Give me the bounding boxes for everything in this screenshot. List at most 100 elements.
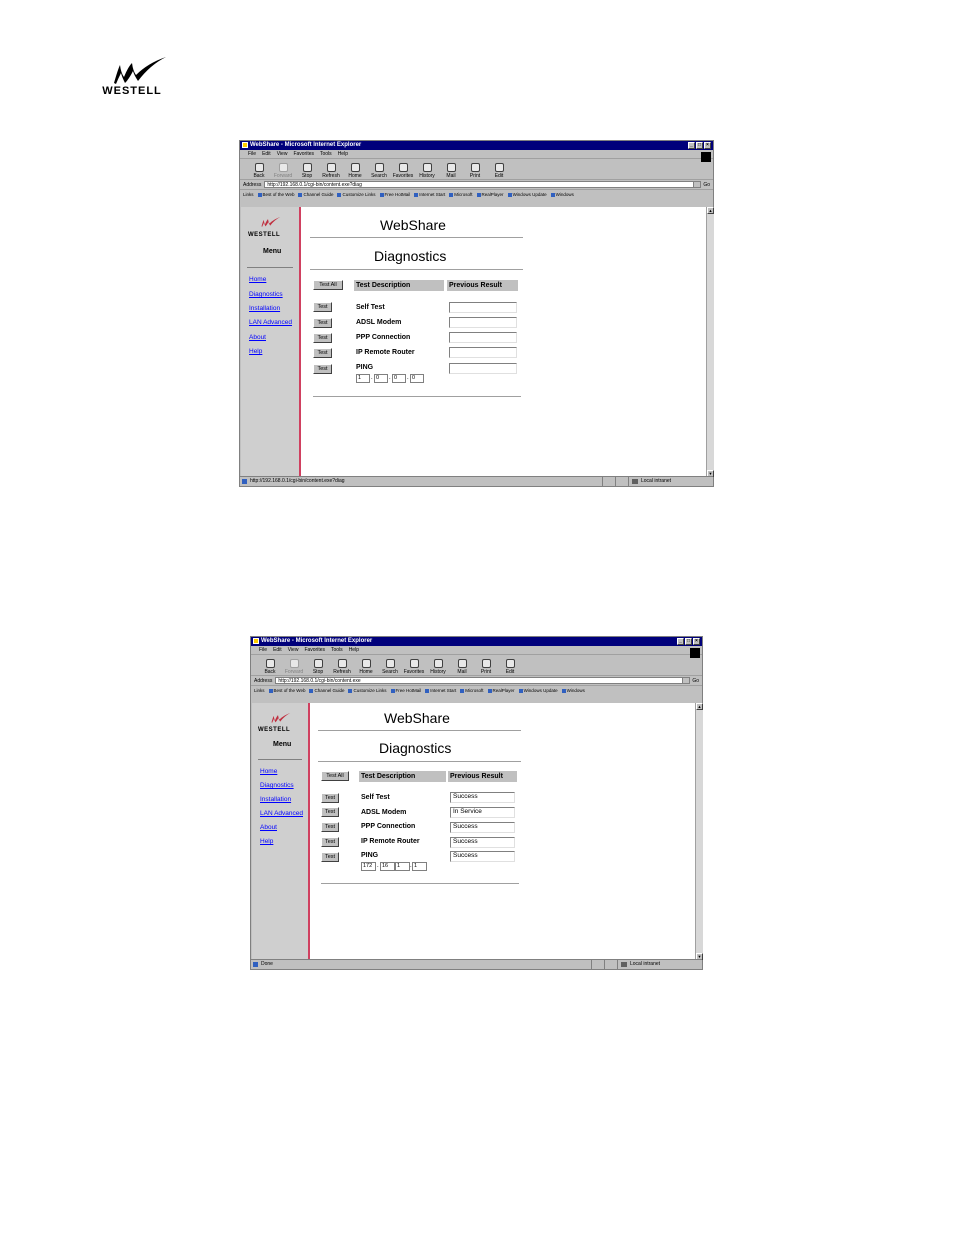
ping-ip-octet-2[interactable]: 0 — [374, 374, 388, 383]
go-button[interactable]: Go — [692, 678, 699, 684]
ping-ip-octet-4[interactable]: 0 — [410, 374, 424, 383]
home-button[interactable]: Home — [344, 159, 366, 179]
scroll-up-icon[interactable]: ▲ — [696, 703, 703, 710]
sidebar-item-diagnostics[interactable]: Diagnostics — [249, 291, 283, 298]
refresh-button[interactable]: Refresh — [331, 655, 353, 675]
vertical-scrollbar[interactable]: ▲ ▼ — [695, 703, 703, 960]
test-all-button[interactable]: Test All — [313, 280, 343, 290]
sidebar-item-help[interactable]: Help — [260, 838, 273, 845]
sidebar-item-installation[interactable]: Installation — [249, 305, 280, 312]
link-channel-guide[interactable]: Channel Guide — [298, 192, 333, 197]
maximize-button[interactable]: □ — [685, 638, 692, 645]
favorites-button[interactable]: Favorites — [392, 159, 414, 179]
link-channel-guide[interactable]: Channel Guide — [309, 688, 344, 693]
link-internet-start[interactable]: Internet Start — [425, 688, 456, 693]
test-button-ppp-connection[interactable]: Test — [313, 333, 332, 343]
forward-button[interactable]: Forward — [283, 655, 305, 675]
ping-ip-octet-3[interactable]: 0 — [392, 374, 406, 383]
maximize-button[interactable]: □ — [696, 142, 703, 149]
sidebar-item-lan-advanced[interactable]: LAN Advanced — [249, 319, 292, 326]
minimize-button[interactable]: _ — [688, 142, 695, 149]
link-windows[interactable]: Windows — [562, 688, 585, 693]
link-free-hotmail[interactable]: Free HotMail — [380, 192, 411, 197]
address-input[interactable]: http://192.168.0.1/cgi-bin/content.exe — [275, 677, 691, 684]
ping-ip-octet-2[interactable]: 16 — [380, 862, 395, 871]
vertical-scrollbar[interactable]: ▲ ▼ — [706, 207, 714, 477]
search-button[interactable]: Search — [368, 159, 390, 179]
sidebar-item-home[interactable]: Home — [260, 768, 277, 775]
close-button[interactable]: × — [693, 638, 700, 645]
test-button-self-test[interactable]: Test — [321, 793, 339, 803]
close-button[interactable]: × — [704, 142, 711, 149]
ping-ip-octet-1[interactable]: 1 — [356, 374, 370, 383]
link-windows-update[interactable]: Windows Update — [519, 688, 558, 693]
menu-help[interactable]: Help — [338, 150, 348, 158]
menu-tools[interactable]: Tools — [331, 646, 343, 654]
link-customize-links[interactable]: Customize Links — [337, 192, 375, 197]
link-realplayer[interactable]: RealPlayer — [477, 192, 504, 197]
link-windows[interactable]: Windows — [551, 192, 574, 197]
edit-button[interactable]: Edit — [488, 159, 510, 179]
address-dropdown-icon[interactable] — [682, 678, 690, 683]
menu-edit[interactable]: Edit — [273, 646, 282, 654]
history-button[interactable]: History — [427, 655, 449, 675]
menu-favorites[interactable]: Favorites — [293, 150, 314, 158]
ping-ip-octet-1[interactable]: 172 — [361, 862, 376, 871]
refresh-button[interactable]: Refresh — [320, 159, 342, 179]
menu-help[interactable]: Help — [349, 646, 359, 654]
link-customize-links[interactable]: Customize Links — [348, 688, 386, 693]
print-button[interactable]: Print — [475, 655, 497, 675]
edit-button[interactable]: Edit — [499, 655, 521, 675]
test-button-ip-remote-router[interactable]: Test — [313, 348, 332, 358]
ping-ip-octet-3[interactable]: 1 — [395, 862, 410, 871]
address-input[interactable]: http://192.168.0.1/cgi-bin/content.exe?d… — [264, 181, 702, 188]
ping-ip-octet-4[interactable]: 1 — [412, 862, 427, 871]
link-realplayer[interactable]: RealPlayer — [488, 688, 515, 693]
test-button-self-test[interactable]: Test — [313, 302, 332, 312]
test-all-button[interactable]: Test All — [321, 771, 349, 781]
sidebar-item-about[interactable]: About — [260, 824, 277, 831]
sidebar-item-home[interactable]: Home — [249, 276, 266, 283]
menu-view[interactable]: View — [277, 150, 288, 158]
mail-button[interactable]: Mail — [451, 655, 473, 675]
stop-button[interactable]: Stop — [307, 655, 329, 675]
sidebar-item-about[interactable]: About — [249, 334, 266, 341]
menu-view[interactable]: View — [288, 646, 299, 654]
go-button[interactable]: Go — [703, 182, 710, 188]
sidebar-item-installation[interactable]: Installation — [260, 796, 291, 803]
search-button[interactable]: Search — [379, 655, 401, 675]
link-best-of-web[interactable]: Best of the Web — [269, 688, 306, 693]
print-button[interactable]: Print — [464, 159, 486, 179]
link-windows-update[interactable]: Windows Update — [508, 192, 547, 197]
stop-button[interactable]: Stop — [296, 159, 318, 179]
menu-edit[interactable]: Edit — [262, 150, 271, 158]
minimize-button[interactable]: _ — [677, 638, 684, 645]
test-button-ppp-connection[interactable]: Test — [321, 822, 339, 832]
link-free-hotmail[interactable]: Free HotMail — [391, 688, 422, 693]
sidebar-item-help[interactable]: Help — [249, 348, 262, 355]
forward-button[interactable]: Forward — [272, 159, 294, 179]
link-microsoft[interactable]: Microsoft — [449, 192, 472, 197]
test-button-ping[interactable]: Test — [313, 364, 332, 374]
test-button-adsl-modem[interactable]: Test — [313, 318, 332, 328]
back-button[interactable]: Back — [248, 159, 270, 179]
history-button[interactable]: History — [416, 159, 438, 179]
menu-file[interactable]: File — [259, 646, 267, 654]
link-microsoft[interactable]: Microsoft — [460, 688, 483, 693]
link-internet-start[interactable]: Internet Start — [414, 192, 445, 197]
favorites-button[interactable]: Favorites — [403, 655, 425, 675]
home-button[interactable]: Home — [355, 655, 377, 675]
address-dropdown-icon[interactable] — [693, 182, 701, 187]
test-button-ip-remote-router[interactable]: Test — [321, 837, 339, 847]
link-best-of-web[interactable]: Best of the Web — [258, 192, 295, 197]
menu-file[interactable]: File — [248, 150, 256, 158]
sidebar-item-diagnostics[interactable]: Diagnostics — [260, 782, 294, 789]
mail-button[interactable]: Mail — [440, 159, 462, 179]
back-button[interactable]: Back — [259, 655, 281, 675]
menu-tools[interactable]: Tools — [320, 150, 332, 158]
menu-favorites[interactable]: Favorites — [304, 646, 325, 654]
sidebar-item-lan-advanced[interactable]: LAN Advanced — [260, 810, 303, 817]
test-button-ping[interactable]: Test — [321, 852, 339, 862]
scroll-up-icon[interactable]: ▲ — [707, 207, 714, 214]
test-button-adsl-modem[interactable]: Test — [321, 807, 339, 817]
